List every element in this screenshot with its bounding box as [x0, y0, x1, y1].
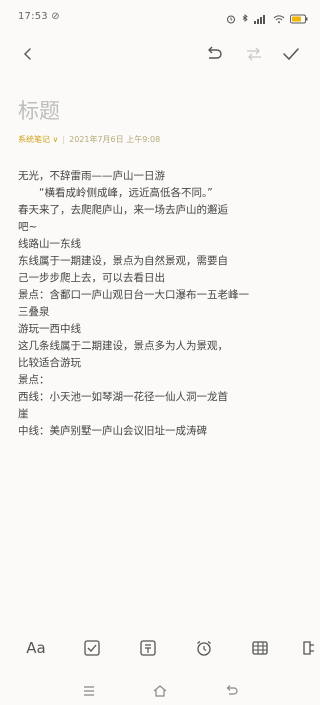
editor-toolbar [0, 36, 320, 72]
menu-icon [84, 686, 94, 696]
note-line: 景点： [18, 374, 50, 386]
battery-icon [290, 9, 308, 28]
status-time: 17:53 ⊘ [18, 11, 60, 22]
menu-button[interactable] [77, 680, 101, 702]
checklist-icon [84, 640, 100, 656]
note-meta: 系统笔记 ∨ | 2021年7月6日 上午9:08 [18, 134, 160, 145]
format-toolbar: Aa [0, 630, 320, 666]
bluetooth-icon [241, 9, 249, 28]
note-line: 无光，不辞雷雨——庐山一日游 [18, 170, 165, 182]
note-line: 吧~ [18, 221, 38, 233]
back-button[interactable] [14, 40, 42, 68]
alarm-clock-icon [197, 640, 211, 656]
note-line: 这几条线属于二期建设，景点多为人为景观， [18, 340, 228, 352]
note-line: 比较适合游玩 [18, 357, 81, 369]
note-title[interactable]: 标题 [18, 95, 60, 125]
home-icon [153, 685, 167, 697]
check-icon [283, 48, 299, 61]
note-date: 2021年7月6日 上午9:08 [69, 135, 161, 144]
system-nav-bar [0, 678, 320, 705]
chevron-down-icon[interactable]: ∨ [50, 135, 59, 144]
image-button[interactable] [134, 634, 162, 662]
share-button[interactable] [294, 634, 320, 662]
alarm-icon [226, 9, 236, 28]
nav-back-button[interactable] [220, 680, 244, 702]
note-line: 景点：含鄱口一庐山观日台一大口瀑布一五老峰一 [18, 289, 249, 301]
reminder-button[interactable] [190, 634, 218, 662]
note-line: 中线：美庐别墅一庐山会议旧址一成涛碑 [18, 425, 207, 437]
share-icon [303, 641, 314, 655]
home-button[interactable] [148, 680, 172, 702]
note-folder[interactable]: 系统笔记 [18, 135, 50, 144]
undo-icon [208, 46, 222, 59]
status-bar: 17:53 ⊘ [0, 0, 320, 34]
note-line: “横看成岭侧成峰，远近高低各不同。” [18, 187, 213, 199]
signal-icon [254, 9, 268, 28]
undo-button[interactable] [200, 40, 228, 68]
note-line: 线路山一东线 [18, 238, 81, 250]
done-button[interactable] [277, 40, 305, 68]
note-line: 崖 [18, 408, 29, 420]
chevron-left-icon [24, 48, 31, 60]
meta-divider: | [62, 135, 66, 144]
table-button[interactable] [246, 634, 274, 662]
back-icon [226, 685, 238, 695]
font-style-button[interactable]: Aa [22, 634, 50, 662]
redo-button[interactable] [240, 40, 268, 68]
status-icons [226, 9, 308, 28]
note-line: 己一步步爬上去，可以去看日出 [18, 272, 165, 284]
table-icon [252, 641, 268, 655]
note-line: 西线：小天池一如琴湖一花径一仙人洞一龙首 [18, 391, 228, 403]
note-body[interactable]: 无光，不辞雷雨——庐山一日游 “横看成岭侧成峰，远近高低各不同。” 春天来了，去爬… [18, 168, 308, 440]
checklist-button[interactable] [78, 634, 106, 662]
note-line: 三叠泉 [18, 306, 50, 318]
wifi-icon [273, 9, 285, 28]
note-line: 东线属于一期建设，景点为自然景观，需要自 [18, 255, 228, 267]
redo-icon [247, 47, 261, 61]
note-line: 游玩一西中线 [18, 323, 81, 335]
note-line: 春天来了，去爬爬庐山，来一场去庐山的邂逅 [18, 204, 228, 216]
image-icon [140, 640, 156, 656]
